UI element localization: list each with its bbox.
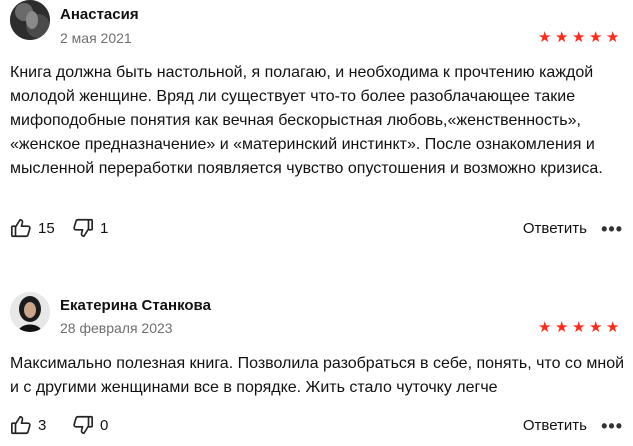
star-icon: ★ xyxy=(572,319,586,336)
like-count: 3 xyxy=(38,416,47,434)
star-icon: ★ xyxy=(555,29,569,46)
like-count: 15 xyxy=(38,219,55,237)
thumbs-up-icon xyxy=(11,218,31,238)
review-actions: 15 1 Ответить ••• xyxy=(10,217,625,243)
dislike-count: 0 xyxy=(100,416,109,434)
review-text: Книга должна быть настольной, я полагаю,… xyxy=(10,64,603,177)
author-name[interactable]: Екатерина Станкова xyxy=(60,297,211,314)
star-icon: ★ xyxy=(538,29,552,46)
review-date: 28 февраля 2023 xyxy=(60,320,173,336)
star-icon: ★ xyxy=(606,319,620,336)
star-icon: ★ xyxy=(572,29,586,46)
star-icon: ★ xyxy=(606,29,620,46)
like-button[interactable]: 15 xyxy=(10,217,55,239)
rating-stars: ★ ★ ★ ★ ★ xyxy=(538,319,620,336)
review-text: Максимально полезная книга. Позволила ра… xyxy=(10,355,625,396)
more-dots-icon[interactable]: ••• xyxy=(601,219,623,240)
review-actions: 3 0 Ответить ••• xyxy=(10,414,625,440)
rating-stars: ★ ★ ★ ★ ★ xyxy=(538,29,620,46)
more-dots-icon[interactable]: ••• xyxy=(601,416,623,437)
thumbs-up-icon xyxy=(11,415,31,435)
like-button[interactable]: 3 xyxy=(10,414,46,436)
review-date: 2 мая 2021 xyxy=(60,30,132,46)
avatar[interactable] xyxy=(10,292,50,332)
thumbs-down-icon xyxy=(73,218,93,238)
star-icon: ★ xyxy=(589,29,603,46)
dislike-button[interactable]: 0 xyxy=(72,414,108,436)
reply-button[interactable]: Ответить xyxy=(523,220,587,237)
star-icon: ★ xyxy=(589,319,603,336)
author-name[interactable]: Анастасия xyxy=(60,6,139,23)
thumbs-down-icon xyxy=(73,415,93,435)
star-icon: ★ xyxy=(538,319,552,336)
dislike-button[interactable]: 1 xyxy=(72,217,108,239)
dislike-count: 1 xyxy=(100,219,109,237)
avatar[interactable] xyxy=(10,0,50,40)
reply-button[interactable]: Ответить xyxy=(523,417,587,434)
star-icon: ★ xyxy=(555,319,569,336)
